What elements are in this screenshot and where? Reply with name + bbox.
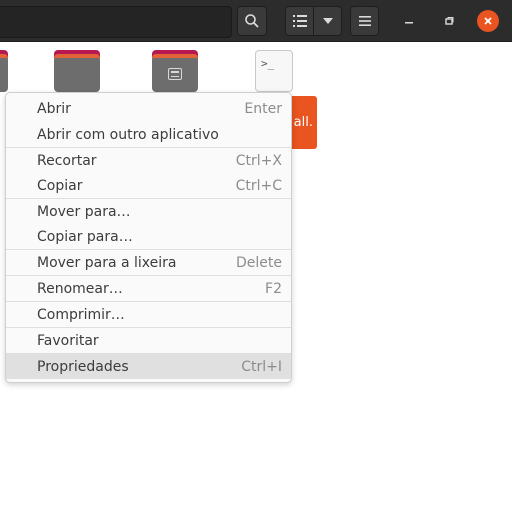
menu-item-shortcut: Enter [244,100,282,117]
install-label: all. [293,115,313,130]
menu-item-move-to[interactable]: Mover para… [6,199,291,224]
menu-item-shortcut: F2 [265,280,282,297]
menu-item-copy-to[interactable]: Copiar para… [6,224,291,249]
folder-icon[interactable] [0,50,8,92]
videos-folder-icon[interactable] [152,50,198,92]
close-icon [484,17,492,25]
list-view-icon [292,15,307,27]
menu-item-shortcut: Ctrl+X [235,152,282,169]
menu-item-label: Propriedades [37,358,129,375]
menu-item-shortcut: Ctrl+I [241,358,282,375]
menu-item-properties[interactable]: Propriedades Ctrl+I [6,354,291,379]
hamburger-menu-icon [358,16,371,26]
header-bar [0,0,512,42]
view-mode-button[interactable] [285,6,314,36]
folder-icon[interactable] [54,50,100,92]
menu-item-label: Abrir [37,100,71,117]
context-menu: Abrir Enter Abrir com outro aplicativo R… [5,92,292,383]
restore-icon [445,17,454,25]
menu-item-label: Abrir com outro aplicativo [37,126,219,143]
search-icon [245,14,259,28]
menu-item-copy[interactable]: Copiar Ctrl+C [6,173,291,198]
menu-item-shortcut: Delete [236,254,282,271]
menu-item-move-to-trash[interactable]: Mover para a lixeira Delete [6,250,291,275]
close-button[interactable] [477,10,499,32]
menu-item-label: Renomear… [37,280,123,297]
menu-item-open-with[interactable]: Abrir com outro aplicativo [6,122,291,147]
menu-item-label: Mover para… [37,203,131,220]
search-button[interactable] [237,6,267,36]
chevron-down-icon [322,18,333,24]
menu-item-label: Recortar [37,152,97,169]
minimize-icon [405,22,413,24]
terminal-file-icon[interactable]: >_ [255,50,293,92]
menu-item-favorite[interactable]: Favoritar [6,328,291,353]
minimize-button[interactable] [398,10,420,32]
menu-item-rename[interactable]: Renomear… F2 [6,276,291,301]
location-bar[interactable] [0,6,232,38]
main-menu-button[interactable] [350,6,379,36]
menu-item-label: Copiar para… [37,228,133,245]
terminal-glyph: >_ [261,57,275,70]
menu-item-open[interactable]: Abrir Enter [6,96,291,121]
menu-item-label: Copiar [37,177,83,194]
menu-item-cut[interactable]: Recortar Ctrl+X [6,148,291,173]
menu-item-label: Mover para a lixeira [37,254,177,271]
view-options-button[interactable] [313,6,342,36]
maximize-button[interactable] [438,10,460,32]
film-icon [168,68,182,80]
menu-item-compress[interactable]: Comprimir… [6,302,291,327]
menu-item-label: Favoritar [37,332,99,349]
menu-item-shortcut: Ctrl+C [235,177,282,194]
menu-item-label: Comprimir… [37,306,125,323]
